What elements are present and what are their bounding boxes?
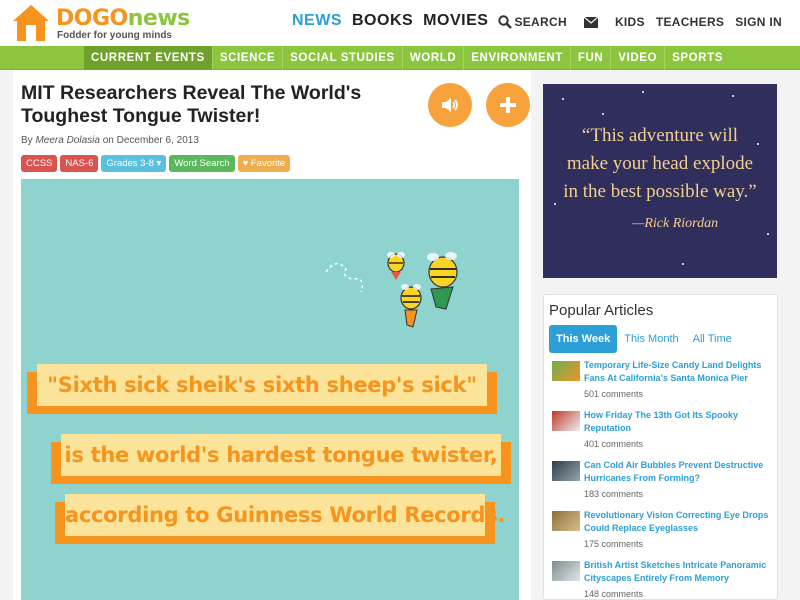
article-link[interactable]: Temporary Life-Size Candy Land Delights …: [584, 359, 774, 385]
article-title: MIT Researchers Reveal The World's Tough…: [21, 82, 362, 127]
utility-nav: SEARCH KIDS TEACHERS SIGN IN: [498, 15, 782, 29]
category-social-studies[interactable]: SOCIAL STUDIES: [283, 46, 403, 70]
plus-icon: [500, 97, 516, 113]
comment-count: 148 comments: [584, 589, 644, 599]
word-search-button[interactable]: Word Search: [169, 155, 235, 172]
article-tags: CCSS NAS-6 Grades 3-8 ▾ Word Search ♥ Fa…: [21, 155, 291, 172]
grades-dropdown[interactable]: Grades 3-8 ▾: [101, 155, 167, 172]
article-thumbnail: [552, 411, 580, 431]
category-fun[interactable]: FUN: [571, 46, 612, 70]
hero-line-3: according to Guinness World Records.: [65, 503, 506, 527]
byline: By Meera Dolasia on December 6, 2013: [21, 135, 199, 146]
category-video[interactable]: VIDEO: [611, 46, 666, 70]
quote-line-3: in the best possible way.”: [563, 181, 757, 202]
listen-button[interactable]: [428, 83, 472, 127]
publish-date: on December 6, 2013: [102, 135, 199, 146]
comment-count: 501 comments: [584, 389, 644, 399]
popular-list: Temporary Life-Size Candy Land Delights …: [552, 359, 774, 600]
article-link[interactable]: Revolutionary Vision Correcting Eye Drop…: [584, 509, 774, 535]
popular-title: Popular Articles: [549, 302, 654, 319]
hero-line-1: "Sixth sick sheik's sixth sheep's sick": [47, 373, 477, 397]
category-bar: CURRENT EVENTS SCIENCE SOCIAL STUDIES WO…: [0, 46, 800, 70]
list-item[interactable]: Temporary Life-Size Candy Land Delights …: [552, 359, 774, 409]
hero-line-2: is the world's hardest tongue twister,: [64, 443, 498, 467]
category-current-events[interactable]: CURRENT EVENTS: [84, 46, 213, 70]
comment-count: 175 comments: [584, 539, 644, 549]
nav-news[interactable]: NEWS: [292, 12, 342, 30]
add-button[interactable]: [486, 83, 530, 127]
article-thumbnail: [552, 561, 580, 581]
article-thumbnail: [552, 511, 580, 531]
speaker-icon: [442, 98, 458, 112]
search-icon: [498, 15, 513, 29]
quote-text: “This adventure will make your head expl…: [543, 122, 777, 206]
bees-illustration: [325, 252, 458, 328]
tab-all-time[interactable]: All Time: [686, 325, 739, 353]
envelope-icon[interactable]: [583, 16, 598, 28]
search-button[interactable]: SEARCH: [498, 15, 567, 29]
category-science[interactable]: SCIENCE: [213, 46, 284, 70]
main-nav: NEWS BOOKS MOVIES: [292, 12, 488, 30]
quote-author: —Rick Riordan: [631, 216, 719, 231]
popular-tabs: This Week This Month All Time: [549, 325, 739, 353]
favorite-button[interactable]: ♥ Favorite: [237, 155, 291, 172]
tab-this-week[interactable]: This Week: [549, 325, 618, 353]
article-link[interactable]: British Artist Sketches Intricate Panora…: [584, 559, 774, 585]
list-item[interactable]: How Friday The 13th Got Its Spooky Reput…: [552, 409, 774, 459]
site-logo[interactable]: DOGOnews Fodder for young minds: [12, 4, 212, 44]
article-thumbnail: [552, 461, 580, 481]
nav-books[interactable]: BOOKS: [352, 12, 413, 30]
house-logo-icon: [13, 5, 49, 41]
hero-image: "Sixth sick sheik's sixth sheep's sick" …: [21, 179, 519, 600]
kids-link[interactable]: KIDS: [615, 15, 645, 29]
site-header: DOGOnews Fodder for young minds NEWS BOO…: [0, 0, 800, 46]
quote-line-2: make your head explode: [566, 153, 754, 174]
brand-name: DOGOnews: [56, 6, 190, 31]
tag-ccss[interactable]: CCSS: [21, 155, 58, 172]
tab-this-month[interactable]: This Month: [617, 325, 685, 353]
category-world[interactable]: WORLD: [403, 46, 465, 70]
article-link[interactable]: Can Cold Air Bubbles Prevent Destructive…: [584, 459, 774, 485]
category-environment[interactable]: ENVIRONMENT: [464, 46, 571, 70]
category-sports[interactable]: SPORTS: [665, 46, 730, 70]
article-thumbnail: [552, 361, 580, 381]
book-quote-ad[interactable]: “This adventure will make your head expl…: [543, 84, 777, 278]
brand-tagline: Fodder for young minds: [57, 30, 172, 41]
list-item[interactable]: Revolutionary Vision Correcting Eye Drop…: [552, 509, 774, 559]
list-item[interactable]: British Artist Sketches Intricate Panora…: [552, 559, 774, 600]
teachers-link[interactable]: TEACHERS: [656, 15, 724, 29]
search-label: SEARCH: [514, 15, 567, 29]
article-panel: MIT Researchers Reveal The World's Tough…: [13, 70, 531, 600]
comment-count: 183 comments: [584, 489, 644, 499]
comment-count: 401 comments: [584, 439, 644, 449]
nav-movies[interactable]: MOVIES: [423, 12, 488, 30]
article-link[interactable]: How Friday The 13th Got Its Spooky Reput…: [584, 409, 774, 435]
list-item[interactable]: Can Cold Air Bubbles Prevent Destructive…: [552, 459, 774, 509]
byline-by: By: [21, 135, 33, 146]
popular-articles-panel: Popular Articles This Week This Month Al…: [543, 294, 778, 600]
signin-link[interactable]: SIGN IN: [735, 15, 782, 29]
quote-line-1: “This adventure will: [581, 125, 739, 146]
author-link[interactable]: Meera Dolasia: [35, 135, 99, 146]
tag-nas[interactable]: NAS-6: [60, 155, 99, 172]
